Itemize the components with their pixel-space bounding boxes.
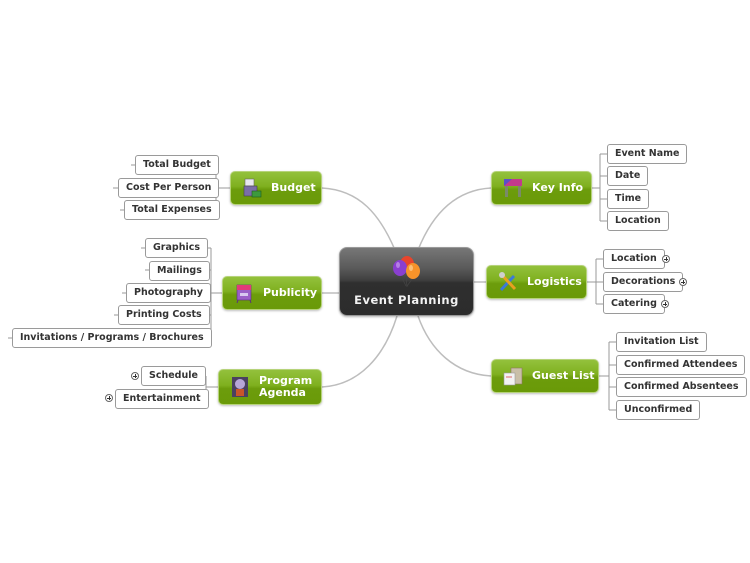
subtopic-decorations[interactable]: Decorations	[603, 272, 684, 292]
subtopic-printing-costs[interactable]: Printing Costs	[118, 305, 210, 325]
expand-catering-icon[interactable]	[661, 300, 669, 308]
topic-logistics-label: Logistics	[527, 275, 582, 288]
expand-entertainment-icon[interactable]	[105, 394, 113, 402]
central-topic-event-planning[interactable]: Event Planning	[339, 247, 474, 316]
topic-guest-list-label: Guest List	[532, 369, 595, 382]
subtopic-total-expenses[interactable]: Total Expenses	[124, 200, 220, 220]
subtopic-photography[interactable]: Photography	[126, 283, 211, 303]
stage-curtain-icon	[504, 179, 522, 197]
expand-decorations-icon[interactable]	[679, 278, 687, 286]
topic-logistics[interactable]: Logistics	[486, 265, 587, 299]
topic-publicity-label: Publicity	[263, 286, 318, 299]
topic-key-info[interactable]: Key Info	[491, 171, 592, 205]
subtopic-graphics[interactable]: Graphics	[145, 238, 208, 258]
connector-guest-list	[417, 315, 492, 377]
speaker-podium-icon	[232, 377, 248, 397]
topic-program-agenda[interactable]: Program Agenda	[218, 369, 322, 405]
subtopic-invitation-list[interactable]: Invitation List	[616, 332, 707, 352]
subtopic-date[interactable]: Date	[607, 166, 649, 186]
subtopic-unconfirmed[interactable]: Unconfirmed	[616, 400, 701, 420]
subtopic-confirmed-attendees[interactable]: Confirmed Attendees	[616, 355, 746, 375]
connector-key-info	[417, 187, 492, 251]
subtopic-time[interactable]: Time	[607, 189, 650, 209]
cash-register-icon	[243, 178, 262, 198]
connector-program-agenda	[321, 315, 398, 388]
expand-schedule-icon[interactable]	[131, 372, 139, 380]
topic-budget[interactable]: Budget	[230, 171, 322, 205]
topic-program-agenda-label-line2: Agenda	[259, 386, 306, 399]
subtopic-cost-per-person[interactable]: Cost Per Person	[118, 178, 220, 198]
topic-publicity[interactable]: Publicity	[222, 276, 322, 310]
central-topic-label: Event Planning	[354, 293, 459, 307]
subtopic-schedule[interactable]: Schedule	[141, 366, 206, 386]
subtopic-entertainment[interactable]: Entertainment	[115, 389, 209, 409]
subtopic-invitations-programs-brochures[interactable]: Invitations / Programs / Brochures	[12, 328, 212, 348]
subtopic-confirmed-absentees[interactable]: Confirmed Absentees	[616, 377, 747, 397]
topic-budget-label: Budget	[271, 181, 316, 194]
tools-icon	[499, 272, 517, 292]
expand-location-icon[interactable]	[662, 255, 670, 263]
topic-guest-list[interactable]: Guest List	[491, 359, 599, 393]
topic-key-info-label: Key Info	[532, 181, 584, 194]
connector-budget	[321, 187, 396, 251]
subtopic-mailings[interactable]: Mailings	[149, 261, 210, 281]
topic-program-agenda-label: Program Agenda	[259, 375, 312, 399]
subtopic-logistics-location[interactable]: Location	[603, 249, 665, 269]
balloons-icon	[393, 256, 420, 288]
subtopic-total-budget[interactable]: Total Budget	[135, 155, 219, 175]
subtopic-catering[interactable]: Catering	[603, 294, 665, 314]
subtopic-location[interactable]: Location	[607, 211, 669, 231]
sign-board-icon	[236, 284, 252, 304]
subtopic-event-name[interactable]: Event Name	[607, 144, 688, 164]
mail-box-icon	[503, 367, 523, 386]
